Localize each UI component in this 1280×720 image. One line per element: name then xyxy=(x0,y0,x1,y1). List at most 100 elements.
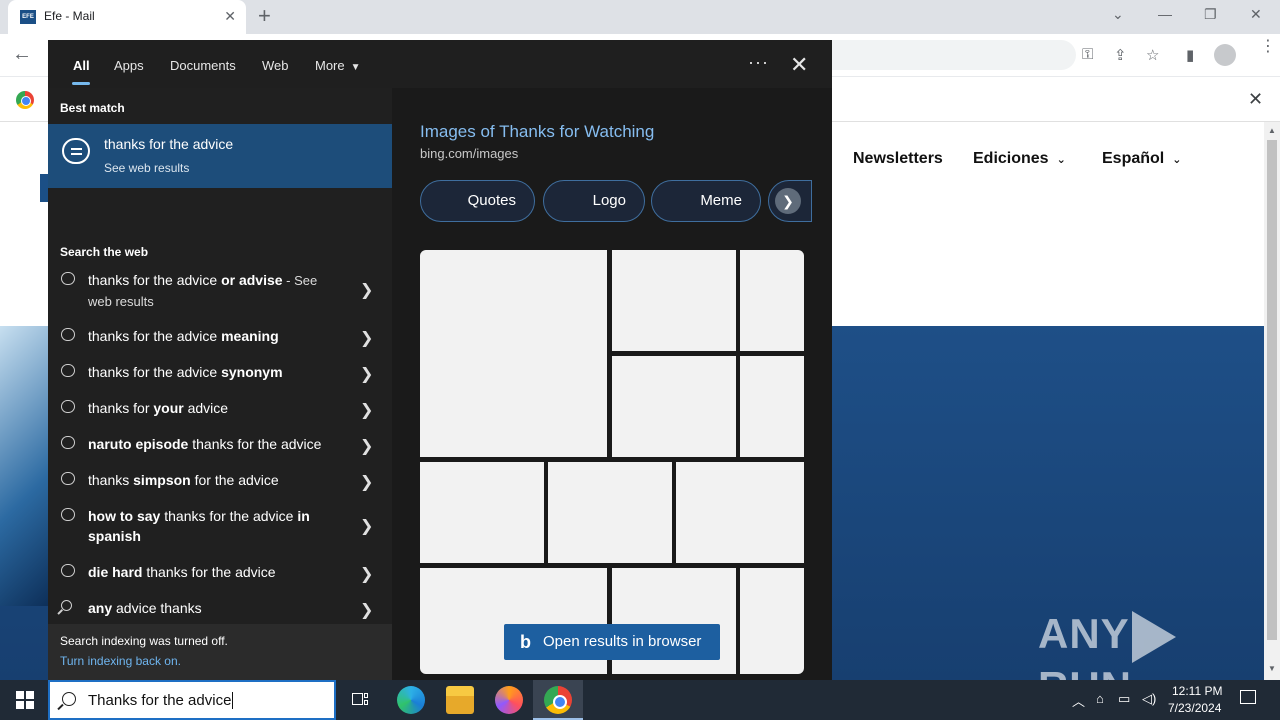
tab-more[interactable]: More ▼ xyxy=(315,58,361,73)
suggestion-bold: meaning xyxy=(221,328,279,344)
chevron-down-icon: ⌄ xyxy=(1172,154,1182,166)
key-icon[interactable]: ⚿ xyxy=(1082,46,1093,63)
share-icon[interactable]: ⇪ xyxy=(1114,46,1127,64)
suggestion-post: thanks for the advice xyxy=(160,508,298,524)
nav-ediciones[interactable]: Ediciones ⌄ xyxy=(973,150,1066,168)
image-tile[interactable] xyxy=(740,568,804,674)
window-close-icon[interactable]: ✕ xyxy=(1250,6,1262,23)
suggestion-bold: naruto episode xyxy=(88,436,189,452)
image-tile[interactable] xyxy=(612,356,736,457)
chat-icon xyxy=(61,272,75,285)
nav-ediciones-label: Ediciones xyxy=(973,150,1049,167)
page-scrollbar[interactable]: ▲ ▼ xyxy=(1264,122,1280,680)
suggestion-text: thanks for the advice meaning xyxy=(88,326,338,346)
image-tile[interactable] xyxy=(676,462,804,563)
profile-avatar-icon[interactable] xyxy=(1214,44,1236,66)
bing-icon: b xyxy=(520,632,531,652)
notification-icon[interactable] xyxy=(1240,690,1256,704)
browser-tab[interactable]: EFE Efe - Mail ✕ xyxy=(8,0,246,34)
tab-documents[interactable]: Documents xyxy=(170,58,236,73)
turn-indexing-on-link[interactable]: Turn indexing back on. xyxy=(60,654,181,668)
chevron-right-icon[interactable]: ❯ xyxy=(360,564,373,584)
chevron-right-icon[interactable]: ❯ xyxy=(360,364,373,384)
infobar-close-icon[interactable]: ✕ xyxy=(1248,89,1263,110)
search-query-text[interactable]: Thanks for the advice xyxy=(88,692,234,709)
pill-scroll-next[interactable]: ❯ xyxy=(768,180,812,222)
site-logo[interactable] xyxy=(40,174,48,202)
chat-bubble-icon xyxy=(62,138,90,164)
tab-web[interactable]: Web xyxy=(262,58,289,73)
preview-pane: Images of Thanks for Watching bing.com/i… xyxy=(392,88,832,680)
tab-apps[interactable]: Apps xyxy=(114,58,144,73)
tab-close-button[interactable]: ✕ xyxy=(224,8,236,25)
chevron-right-icon[interactable]: ❯ xyxy=(360,472,373,492)
suggestion-post: for the advice xyxy=(190,472,279,488)
network-icon[interactable]: ▭ xyxy=(1118,691,1130,707)
chevron-right-icon[interactable]: ❯ xyxy=(360,400,373,420)
clock-date[interactable]: 7/23/2024 xyxy=(1168,701,1221,715)
suggestion-pre: thanks for the advice xyxy=(88,272,222,288)
image-tile[interactable] xyxy=(740,250,804,351)
image-tile[interactable] xyxy=(548,462,672,563)
tab-title: Efe - Mail xyxy=(44,9,95,23)
active-tab-indicator xyxy=(72,82,90,85)
indexing-message: Search indexing was turned off. xyxy=(60,634,228,648)
volume-icon[interactable]: ◁) xyxy=(1142,691,1156,707)
chevron-right-icon[interactable]: ❯ xyxy=(360,280,373,300)
star-icon[interactable]: ☆ xyxy=(1146,46,1159,64)
device-icon[interactable]: ⌂ xyxy=(1096,691,1104,706)
suggestion-text: naruto episode thanks for the advice xyxy=(88,434,338,454)
scroll-thumb[interactable] xyxy=(1267,140,1277,640)
image-tile[interactable] xyxy=(420,250,607,457)
tab-all[interactable]: All xyxy=(73,58,90,73)
nav-espanol[interactable]: Español ⌄ xyxy=(1102,150,1181,168)
file-explorer-icon[interactable] xyxy=(446,686,474,714)
close-icon[interactable]: ✕ xyxy=(790,52,808,78)
chevron-right-icon[interactable]: ❯ xyxy=(360,436,373,456)
nav-newsletters[interactable]: Newsletters xyxy=(853,150,943,168)
suggestion-text: how to say thanks for the advice in span… xyxy=(88,506,338,546)
image-tile[interactable] xyxy=(612,250,736,351)
caret-down-icon: ▼ xyxy=(350,62,361,73)
suggestion-text: thanks for the advice or advise - See we… xyxy=(88,270,338,312)
show-hidden-icons-icon[interactable]: ︿ xyxy=(1072,691,1085,710)
firefox-icon[interactable] xyxy=(495,686,523,714)
tab-search-icon[interactable]: ⌄ xyxy=(1112,6,1124,23)
suggestion-text: die hard thanks for the advice xyxy=(88,562,338,582)
pill-quotes[interactable]: Quotes xyxy=(420,180,535,222)
taskbar-search-box[interactable]: Thanks for the advice xyxy=(48,680,336,720)
preview-title-link[interactable]: Images of Thanks for Watching xyxy=(420,122,654,142)
pill-logo[interactable]: Logo xyxy=(543,180,645,222)
more-options-icon[interactable]: ··· xyxy=(748,52,769,73)
address-bar[interactable] xyxy=(830,40,1076,70)
image-tile[interactable] xyxy=(420,462,544,563)
restore-icon[interactable]: ❐ xyxy=(1204,6,1217,23)
edge-icon[interactable] xyxy=(397,686,425,714)
scroll-up-icon[interactable]: ▲ xyxy=(1268,126,1276,135)
clock-time[interactable]: 12:11 PM xyxy=(1172,684,1222,698)
menu-kebab-icon[interactable]: ⋮ xyxy=(1260,39,1276,55)
chevron-right-icon[interactable]: ❯ xyxy=(360,328,373,348)
windows-start-icon[interactable] xyxy=(16,691,34,709)
minimize-icon[interactable]: — xyxy=(1158,6,1172,22)
chevron-down-icon: ⌄ xyxy=(1056,154,1066,166)
browser-tab-bar: EFE Efe - Mail ✕ + ⌄ — ❐ ✕ xyxy=(0,0,1280,34)
chevron-right-icon[interactable]: ❯ xyxy=(360,600,373,620)
best-match-subtitle: See web results xyxy=(104,161,190,175)
image-tile[interactable] xyxy=(740,356,804,457)
indexing-notice: Search indexing was turned off. Turn ind… xyxy=(48,624,392,680)
chrome-icon[interactable] xyxy=(544,686,572,714)
open-results-label: Open results in browser xyxy=(543,633,702,650)
pill-meme[interactable]: Meme xyxy=(651,180,761,222)
task-view-icon[interactable] xyxy=(350,690,370,710)
back-arrow-icon[interactable]: ← xyxy=(12,43,32,66)
chevron-right-icon[interactable]: ❯ xyxy=(775,188,801,214)
chevron-right-icon[interactable]: ❯ xyxy=(360,516,373,536)
scroll-down-icon[interactable]: ▼ xyxy=(1268,664,1276,673)
chat-icon xyxy=(61,472,75,485)
new-tab-button[interactable]: + xyxy=(258,5,271,27)
side-panel-icon[interactable]: ▮ xyxy=(1186,46,1194,64)
best-match-item[interactable]: thanks for the advice See web results xyxy=(48,124,392,188)
open-results-in-browser-button[interactable]: b Open results in browser xyxy=(504,624,720,660)
suggestion-pre: thanks for the advice xyxy=(88,364,222,380)
